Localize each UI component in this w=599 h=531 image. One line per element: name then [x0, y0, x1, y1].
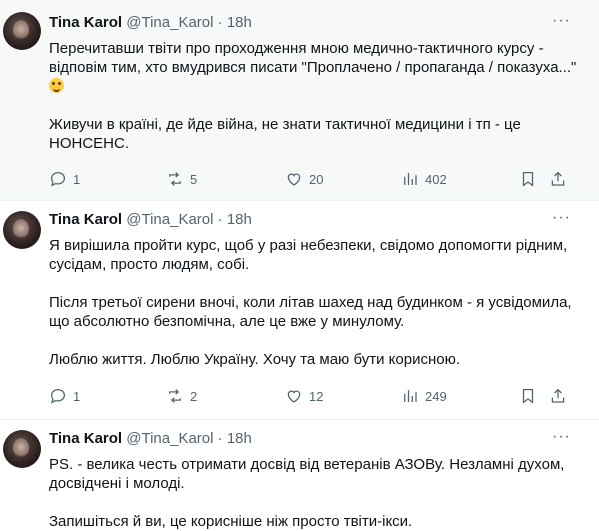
author-handle[interactable]: @Tina_Karol	[126, 430, 213, 447]
tweet-text: PS. - велика честь отримати досвід від в…	[49, 455, 579, 531]
heart-icon	[287, 390, 301, 403]
tweet-text: Я вирішила пройти курс, щоб у разі небез…	[49, 236, 579, 369]
reply-button[interactable]: 1	[49, 169, 80, 189]
tweet-actions: 1 5 20 402	[49, 169, 579, 189]
tweet-paragraph: Перечитавши твіти про проходження мною м…	[49, 39, 579, 96]
avatar[interactable]	[3, 211, 41, 249]
author-name[interactable]: Tina Karol	[49, 211, 122, 228]
like-count: 12	[309, 388, 324, 404]
reply-button[interactable]: 1	[49, 386, 80, 406]
like-button[interactable]: 12	[285, 386, 323, 406]
tweet-paragraph: PS. - велика честь отримати досвід від в…	[49, 456, 565, 492]
tweet-paragraph: Я вирішила пройти курс, щоб у разі небез…	[49, 237, 568, 273]
winking-face-with-tongue-icon	[49, 78, 64, 93]
repost-icon	[169, 389, 181, 403]
reply-icon	[50, 171, 66, 187]
tweet[interactable]: Tina Karol @Tina_Karol · 18h ··· Перечит…	[0, 0, 599, 201]
like-count: 20	[309, 171, 324, 187]
share-icon	[551, 171, 565, 186]
separator-dot: ·	[217, 430, 223, 447]
views-count: 402	[425, 171, 447, 187]
avatar[interactable]	[3, 12, 41, 50]
bar-chart-icon	[404, 390, 417, 402]
share-button[interactable]	[549, 169, 567, 189]
views-count: 249	[425, 388, 447, 404]
views-button[interactable]: 402	[401, 169, 447, 189]
tweet-text: Перечитавши твіти про проходження мною м…	[49, 39, 579, 153]
author-name[interactable]: Tina Karol	[49, 14, 122, 31]
reply-count: 1	[73, 171, 81, 187]
timestamp[interactable]: 18h	[227, 211, 252, 228]
timestamp[interactable]: 18h	[227, 430, 252, 447]
share-button[interactable]	[549, 386, 567, 406]
bookmark-icon	[522, 388, 534, 404]
author-handle[interactable]: @Tina_Karol	[126, 14, 213, 31]
author-name[interactable]: Tina Karol	[49, 430, 122, 447]
heart-icon	[287, 173, 301, 186]
repost-button[interactable]: 2	[166, 386, 197, 406]
reply-icon	[50, 388, 66, 404]
repost-icon	[169, 172, 181, 186]
separator-dot: ·	[217, 14, 223, 31]
bookmark-button[interactable]	[519, 386, 537, 406]
more-options-icon[interactable]: ···	[552, 428, 571, 446]
tweet[interactable]: Tina Karol @Tina_Karol · 18h ··· Я виріш…	[0, 201, 599, 420]
tweet-paragraph: Після третьої сирени вночі, коли літав ш…	[49, 294, 572, 330]
bookmark-button[interactable]	[519, 169, 537, 189]
avatar[interactable]	[3, 430, 41, 468]
repost-button[interactable]: 5	[166, 169, 197, 189]
tweet-paragraph: Запишіться й ви, це корисніше ніж просто…	[49, 513, 413, 530]
repost-count: 2	[190, 388, 198, 404]
tweet-header: Tina Karol @Tina_Karol · 18h	[49, 430, 252, 448]
tweet-header: Tina Karol @Tina_Karol · 18h	[49, 211, 252, 229]
more-options-icon[interactable]: ···	[552, 209, 571, 227]
bookmark-icon	[522, 171, 534, 187]
timestamp[interactable]: 18h	[227, 14, 252, 31]
views-button[interactable]: 249	[401, 386, 447, 406]
author-handle[interactable]: @Tina_Karol	[126, 211, 213, 228]
share-icon	[551, 388, 565, 403]
tweet-actions: 1 2 12 249	[49, 386, 579, 406]
separator-dot: ·	[217, 211, 223, 228]
reply-count: 1	[73, 388, 81, 404]
tweet-paragraph: Люблю життя. Люблю Україну. Хочу та маю …	[49, 351, 460, 368]
tweet-paragraph: Живучи в країні, де йде війна, не знати …	[49, 116, 521, 152]
like-button[interactable]: 20	[285, 169, 323, 189]
more-options-icon[interactable]: ···	[552, 12, 571, 30]
bar-chart-icon	[404, 173, 417, 185]
repost-count: 5	[190, 171, 198, 187]
tweet-header: Tina Karol @Tina_Karol · 18h	[49, 14, 252, 32]
tweet[interactable]: Tina Karol @Tina_Karol · 18h ··· PS. - в…	[0, 420, 599, 531]
